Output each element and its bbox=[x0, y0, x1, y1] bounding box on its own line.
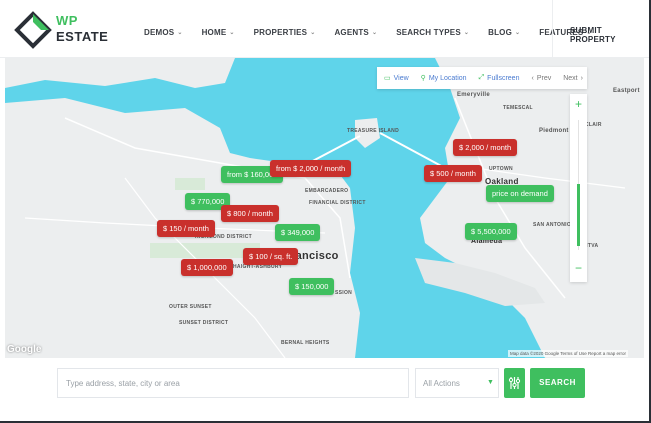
map-label: FINANCIAL DISTRICT bbox=[309, 200, 366, 206]
location-pin-icon: ⚲ bbox=[420, 75, 426, 82]
map-label: SAN ANTONIO bbox=[533, 222, 572, 228]
map-label: Eastport bbox=[613, 88, 640, 94]
map-price-pin[interactable]: $ 150 / month bbox=[157, 220, 215, 237]
search-bar: All Actions ▼ SEARCH bbox=[0, 358, 649, 408]
my-location-label: My Location bbox=[428, 74, 467, 82]
map-label: TEMESCAL bbox=[503, 105, 533, 111]
nav-divider bbox=[552, 0, 553, 58]
nav-item-agents[interactable]: AGENTS ⌄ bbox=[334, 26, 377, 38]
nav-item-properties[interactable]: PROPERTIES ⌄ bbox=[254, 26, 316, 38]
nav-item-search-types[interactable]: SEARCH TYPES ⌄ bbox=[396, 26, 469, 38]
fullscreen-icon: ⤢ bbox=[478, 74, 485, 81]
map-toolbar: ▭ View ⚲ My Location ⤢ Fullscreen ‹ Prev Nex… bbox=[377, 67, 587, 89]
chevron-down-icon: ⌄ bbox=[177, 29, 183, 36]
map-label: Piedmont bbox=[539, 128, 569, 134]
advanced-filters-button[interactable] bbox=[504, 368, 525, 398]
nav-label: BLOG bbox=[488, 27, 513, 37]
chevron-down-icon: ⌄ bbox=[229, 29, 235, 36]
prev-button[interactable]: ‹ Prev bbox=[531, 75, 551, 82]
map-price-pin[interactable]: from $ 2,000 / month bbox=[270, 160, 352, 177]
map-label: Emeryville bbox=[457, 92, 491, 98]
sliders-icon bbox=[508, 377, 521, 389]
map-price-pin[interactable]: $ 800 / month bbox=[221, 205, 279, 222]
chevron-down-icon: ⌄ bbox=[463, 29, 470, 36]
chevron-down-icon: ⌄ bbox=[371, 29, 378, 36]
logo[interactable]: WP ESTATE bbox=[14, 11, 108, 49]
caret-down-icon: ▼ bbox=[487, 379, 494, 386]
next-button[interactable]: Next › bbox=[563, 75, 586, 82]
zoom-in-button[interactable]: + bbox=[570, 96, 587, 112]
logo-text-estate: ESTATE bbox=[56, 29, 109, 44]
chevron-down-icon: ⌄ bbox=[515, 29, 521, 36]
map-label: OUTER SUNSET bbox=[169, 304, 212, 310]
map-price-pin[interactable]: $ 1,000,000 bbox=[181, 259, 233, 276]
actions-select-value: All Actions bbox=[423, 379, 460, 388]
chevron-right-icon: › bbox=[580, 74, 583, 82]
prev-label: Prev bbox=[536, 74, 552, 82]
zoom-control: + − bbox=[570, 94, 587, 282]
page: WP ESTATE DEMOS ⌄ HOME ⌄ PROPERTIES ⌄ AGENT… bbox=[0, 0, 651, 423]
zoom-slider-level[interactable] bbox=[577, 184, 580, 246]
map-label: BERNAL HEIGHTS bbox=[281, 340, 330, 346]
map-label: SSION bbox=[335, 290, 353, 296]
map-attribution[interactable]: Map data ©2020 Google Terms of Use Repor… bbox=[508, 350, 629, 357]
map-base bbox=[5, 58, 644, 358]
search-input[interactable] bbox=[57, 368, 409, 398]
google-logo: Google bbox=[7, 344, 42, 355]
map-price-pin[interactable]: $ 2,000 / month bbox=[453, 139, 518, 156]
map-view-icon: ▭ bbox=[384, 75, 391, 82]
nav-label: DEMOS bbox=[144, 27, 175, 37]
nav-label: AGENTS bbox=[334, 27, 369, 37]
map-price-pin[interactable]: price on demand bbox=[486, 185, 554, 202]
nav-label: SEARCH TYPES bbox=[396, 27, 461, 37]
map-label: EMBARCADERO bbox=[305, 188, 349, 194]
logo-diamond-icon bbox=[14, 11, 52, 49]
submit-property-link[interactable]: SUBMIT PROPERTY bbox=[570, 26, 649, 44]
site-header: WP ESTATE DEMOS ⌄ HOME ⌄ PROPERTIES ⌄ AGENT… bbox=[0, 0, 649, 58]
fullscreen-button[interactable]: ⤢ Fullscreen bbox=[479, 74, 520, 82]
map-price-pin[interactable]: $ 5,500,000 bbox=[465, 223, 517, 240]
map-price-pin[interactable]: $ 500 / month bbox=[424, 165, 482, 182]
nav-label: HOME bbox=[201, 27, 227, 37]
map-price-pin[interactable]: $ 349,000 bbox=[275, 224, 321, 241]
map-view-button[interactable]: ▭ View bbox=[384, 74, 409, 83]
map-price-pin[interactable]: $ 100 / sq. ft. bbox=[243, 248, 299, 265]
main-nav: DEMOS ⌄ HOME ⌄ PROPERTIES ⌄ AGENTS ⌄ SEARCH … bbox=[144, 26, 611, 38]
next-label: Next bbox=[563, 74, 578, 82]
map-label: UPTOWN bbox=[489, 166, 513, 172]
fullscreen-label: Fullscreen bbox=[487, 74, 520, 82]
search-button[interactable]: SEARCH bbox=[530, 368, 585, 398]
map-label: SUNSET DISTRICT bbox=[179, 320, 229, 326]
map-label: TREASURE ISLAND bbox=[347, 128, 400, 134]
zoom-out-button[interactable]: − bbox=[570, 260, 587, 276]
map-label: CLAIR bbox=[585, 122, 602, 128]
map-price-pin[interactable]: $ 150,000 bbox=[289, 278, 335, 295]
nav-item-home[interactable]: HOME ⌄ bbox=[202, 26, 235, 38]
chevron-down-icon: ⌄ bbox=[310, 29, 316, 36]
nav-label: PROPERTIES bbox=[253, 27, 308, 37]
map-view-label: View bbox=[393, 74, 409, 82]
logo-text-wp: WP bbox=[56, 13, 78, 28]
nav-item-demos[interactable]: DEMOS ⌄ bbox=[144, 26, 183, 38]
nav-item-blog[interactable]: BLOG ⌄ bbox=[488, 26, 520, 38]
property-map[interactable]: Emeryville TEMESCAL Piedmont Eastport CL… bbox=[5, 58, 644, 358]
my-location-button[interactable]: ⚲ My Location bbox=[420, 74, 467, 83]
chevron-left-icon: ‹ bbox=[531, 74, 534, 82]
map-label: rancisco bbox=[291, 250, 339, 262]
actions-select[interactable]: All Actions ▼ bbox=[415, 368, 499, 398]
